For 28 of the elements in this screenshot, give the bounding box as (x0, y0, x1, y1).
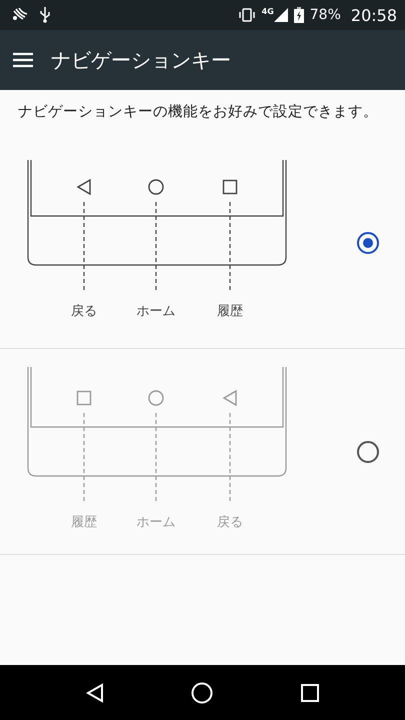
network-type: 4G (262, 6, 274, 16)
back-icon (222, 390, 237, 406)
key-label: 戻る (71, 304, 97, 318)
key-label: 履歴 (217, 304, 243, 318)
nfc-icon (12, 8, 30, 22)
key-label: 履歴 (71, 515, 97, 529)
battery-level: 78% (310, 7, 341, 23)
description-text: ナビゲーションキーの機能をお好みで設定できます。 (17, 102, 379, 122)
back-icon[interactable] (86, 682, 104, 702)
key-label: ホーム (136, 515, 176, 529)
toolbar-title: ナビゲーションキー (51, 46, 231, 74)
recents-icon[interactable] (301, 684, 320, 702)
recents-icon (222, 180, 238, 194)
recents-icon (76, 390, 92, 406)
battery-icon (294, 7, 304, 23)
home-icon[interactable] (191, 682, 214, 704)
radio-button[interactable] (357, 232, 379, 254)
home-icon (148, 179, 164, 195)
clock: 20:58 (350, 6, 397, 24)
back-icon (76, 178, 91, 196)
radio-button[interactable] (357, 440, 379, 462)
signal-icon (274, 8, 288, 22)
usb-icon (39, 7, 51, 23)
home-icon (148, 390, 164, 406)
menu-icon[interactable] (13, 52, 33, 68)
key-label: 戻る (217, 515, 243, 529)
vibrate-icon (238, 8, 256, 22)
key-label: ホーム (136, 304, 176, 318)
